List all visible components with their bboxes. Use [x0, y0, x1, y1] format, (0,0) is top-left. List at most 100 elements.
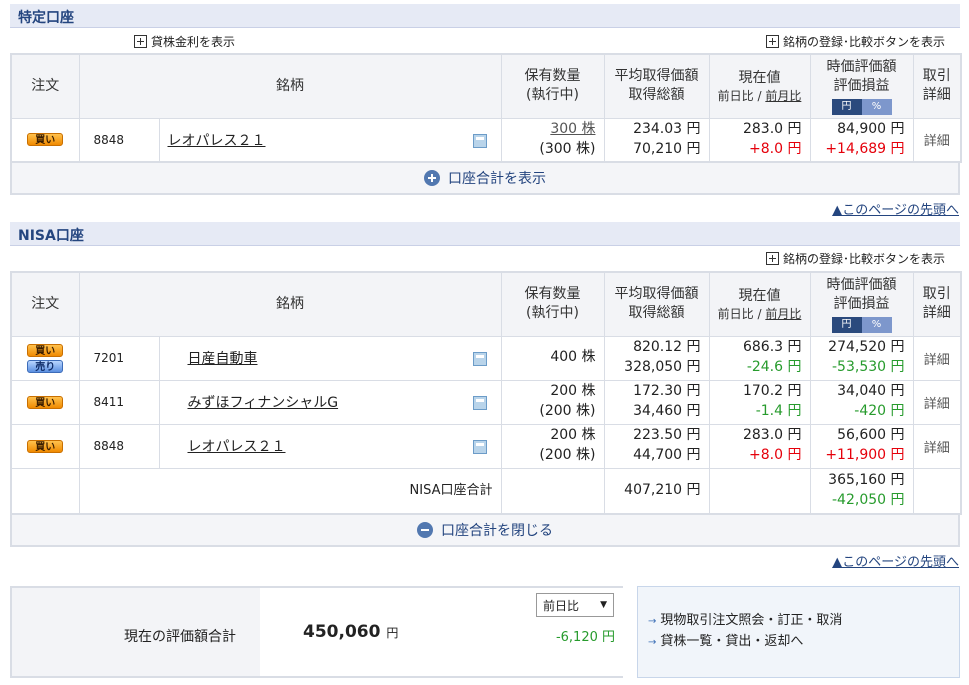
total-empty-cell	[10, 467, 80, 515]
header-day-change: 前日比	[717, 88, 754, 103]
buy-button[interactable]: 買い	[27, 343, 64, 357]
total-cost: 70,210 円	[633, 140, 701, 157]
buy-button[interactable]: 買い	[27, 395, 64, 409]
header-detail-label: 詳細	[922, 305, 951, 322]
quantity-cell: 200 株 (200 株)	[500, 379, 605, 425]
order-cell: 買い	[10, 379, 80, 425]
show-account-total-label: 口座合計を表示	[448, 171, 546, 187]
buy-button[interactable]: 買い	[27, 439, 64, 453]
nisa-total-label: NISA口座合計	[78, 467, 502, 515]
detail-link[interactable]: 詳細	[912, 379, 962, 425]
header-current-price: 現在値 前日比 / 前月比	[708, 271, 811, 337]
lending-rate-link[interactable]: 貸株金利を表示	[134, 33, 235, 50]
current-price-cell: 686.3 円 -24.6 円	[708, 335, 811, 381]
current-price-cell: 283.0 円 +8.0 円	[708, 423, 811, 469]
stock-name-link[interactable]: レオパレス２１	[168, 133, 266, 149]
table-row: 買い 8848 レオパレス２１ 200 株 (200 株) 223.50 円 4…	[10, 423, 962, 469]
nisa-total-cost: 407,210 円	[603, 467, 710, 515]
price-change: -24.6 円	[746, 359, 802, 375]
total-cost: 34,460 円	[633, 403, 701, 419]
register-compare-link[interactable]: 銘柄の登録･比較ボタンを表示	[766, 33, 945, 50]
calculator-icon[interactable]	[472, 439, 487, 454]
header-order: 注文	[10, 271, 80, 337]
header-qty-label: 保有数量	[524, 286, 581, 303]
register-compare-label: 銘柄の登録･比較ボタンを表示	[783, 35, 946, 49]
avg-price-cell: 172.30 円 34,460 円	[603, 379, 710, 425]
order-cell: 買い	[10, 423, 80, 469]
toggle-pct[interactable]: %	[861, 98, 892, 115]
total-empty-cell	[912, 467, 962, 515]
current-price-cell: 283.0 円 +8.0 円	[708, 117, 811, 163]
header-stock: 銘柄	[78, 53, 502, 119]
calculator-icon[interactable]	[472, 133, 487, 148]
nisa-total-pnl: -42,050 円	[832, 491, 905, 508]
header-sep: /	[757, 88, 762, 103]
avg-price-cell: 223.50 円 44,700 円	[603, 423, 710, 469]
pnl: -53,530 円	[832, 359, 905, 375]
detail-link[interactable]: 詳細	[912, 117, 962, 163]
header-qty-exec-label: (執行中)	[526, 305, 579, 322]
table-row: 買い 8411 みずほフィナンシャルG 200 株 (200 株) 172.30…	[10, 379, 962, 425]
change-period-select[interactable]: 前日比 ▼	[536, 593, 614, 617]
detail-link[interactable]: 詳細	[912, 423, 962, 469]
stock-name-link[interactable]: 日産自動車	[188, 351, 258, 367]
total-empty-cell	[500, 467, 605, 515]
header-stock: 銘柄	[78, 271, 502, 337]
quantity: 200 株	[550, 383, 596, 400]
header-qty-label: 保有数量	[524, 68, 581, 85]
quantity-exec: (200 株)	[539, 403, 596, 419]
section-title-nisa: NISA口座	[10, 222, 960, 246]
page-top-link-2[interactable]: ▲このページの先頭へ	[832, 551, 959, 570]
header-quantity: 保有数量 (執行中)	[500, 53, 605, 119]
toggle-pct[interactable]: %	[861, 316, 892, 333]
detail-link[interactable]: 詳細	[912, 335, 962, 381]
header-pnl-label: 評価損益	[833, 77, 890, 94]
header-valuation-label: 時価評価額	[826, 276, 897, 293]
order-inquiry-link[interactable]: → 現物取引注文照会・訂正・取消	[648, 611, 949, 632]
header-month-change-link[interactable]: 前月比	[765, 307, 801, 321]
yen-pct-toggle[interactable]: 円 %	[831, 316, 892, 333]
header-valuation: 時価評価額 評価損益 円 %	[809, 53, 914, 119]
calculator-icon[interactable]	[472, 395, 487, 410]
related-links-box: → 現物取引注文照会・訂正・取消 → 貸株一覧・貸出・返却へ	[637, 586, 960, 678]
page-top-link-1[interactable]: ▲このページの先頭へ	[832, 199, 959, 218]
avg-price-cell: 234.03 円 70,210 円	[603, 117, 710, 163]
quantity-exec: (300 株)	[539, 140, 596, 157]
header-order: 注文	[10, 53, 80, 119]
toggle-yen[interactable]: 円	[831, 98, 862, 115]
total-empty-cell	[708, 467, 811, 515]
hide-account-total-button[interactable]: 口座合計を閉じる	[10, 515, 960, 547]
stock-name-link[interactable]: レオパレス２１	[188, 439, 286, 455]
stock-code: 7201	[78, 335, 160, 381]
yen-pct-toggle[interactable]: 円 %	[831, 98, 892, 115]
stock-code: 8848	[78, 117, 160, 163]
total-cost: 328,050 円	[624, 359, 701, 375]
avg-price: 172.30 円	[633, 383, 701, 400]
current-price: 170.2 円	[742, 383, 802, 400]
header-trade-label: 取引	[922, 286, 951, 303]
quantity-link[interactable]: 300 株	[502, 120, 595, 140]
calculator-icon[interactable]	[472, 351, 487, 366]
grand-total-value: 450,060	[303, 622, 381, 642]
table-row: 買い 売り 7201 日産自動車 400 株 820.12 円 328,050 …	[10, 335, 962, 381]
plus-box-icon	[134, 35, 147, 48]
sell-button[interactable]: 売り	[27, 359, 64, 373]
valuation: 34,040 円	[837, 383, 905, 400]
pnl: +14,689 円	[825, 140, 905, 157]
lending-list-link[interactable]: → 貸株一覧・貸出・返却へ	[648, 632, 949, 653]
pnl: -420 円	[854, 403, 905, 419]
valuation-cell: 34,040 円 -420 円	[809, 379, 914, 425]
register-compare-link-nisa[interactable]: 銘柄の登録･比較ボタンを表示	[766, 250, 945, 267]
tokutei-holdings-table: 注文 銘柄 保有数量 (執行中) 平均取得価額 取得総額 現在値 前日比 / 前…	[10, 53, 962, 163]
show-account-total-button[interactable]: 口座合計を表示	[10, 163, 960, 195]
header-total-cost-label: 取得総額	[628, 87, 685, 104]
stock-name-link[interactable]: みずほフィナンシャルG	[188, 395, 339, 411]
toggle-yen[interactable]: 円	[831, 316, 862, 333]
plus-circle-icon	[424, 170, 440, 186]
header-month-change-link[interactable]: 前月比	[765, 89, 801, 103]
header-quantity: 保有数量 (執行中)	[500, 271, 605, 337]
header-avg-label: 平均取得価額	[614, 286, 699, 303]
valuation: 56,600 円	[837, 427, 905, 444]
buy-button[interactable]: 買い	[27, 133, 64, 147]
header-price-label: 現在値	[738, 69, 781, 86]
